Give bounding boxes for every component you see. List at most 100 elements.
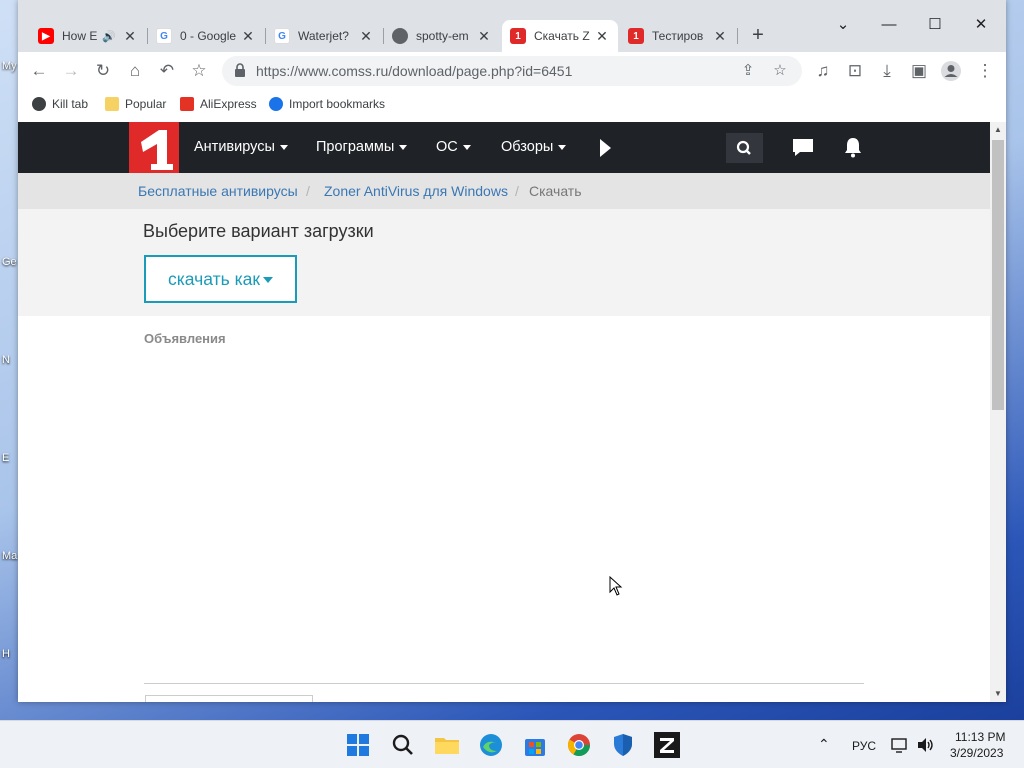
new-tab-button[interactable]: +	[746, 24, 770, 48]
tab-google[interactable]: G 0 - Google ✕	[148, 20, 264, 52]
search-icon	[736, 140, 751, 155]
network-icon[interactable]	[890, 735, 910, 755]
back-button[interactable]: ←	[26, 58, 52, 84]
close-tab-icon[interactable]: ✕	[594, 28, 610, 45]
comss-icon: 1	[628, 28, 644, 44]
side-panel-icon[interactable]: ▣	[906, 58, 932, 84]
profile-avatar-icon[interactable]	[938, 58, 964, 84]
tab-youtube[interactable]: ▶ How E 🔊 ✕	[30, 20, 146, 52]
home-button[interactable]: ⌂	[122, 58, 148, 84]
content-divider	[144, 683, 864, 684]
windows-taskbar: ⌃ РУС 11:13 PM 3/29/2023	[0, 720, 1024, 768]
zoner-icon[interactable]	[653, 731, 681, 759]
tab-title: Тестиров	[652, 29, 704, 43]
speaker-icon[interactable]: 🔊	[102, 30, 116, 43]
nav-reviews[interactable]: Обзоры	[501, 122, 567, 173]
minimize-button[interactable]: —	[866, 10, 912, 40]
address-bar[interactable]: https://www.comss.ru/download/page.php?i…	[222, 56, 802, 86]
bookmark-star-icon[interactable]: ☆	[186, 58, 212, 84]
tab-divider	[737, 28, 738, 44]
crop-icon[interactable]: ⊡	[842, 58, 868, 84]
media-control-icon[interactable]: ♫	[810, 58, 836, 84]
tab-spotty[interactable]: spotty-em ✕	[384, 20, 500, 52]
file-explorer-icon[interactable]	[433, 731, 461, 759]
url-text[interactable]: https://www.comss.ru/download/page.php?i…	[256, 56, 572, 86]
bookmark-kill-tab[interactable]: Kill tab	[32, 95, 88, 113]
comss-logo[interactable]	[129, 122, 179, 173]
share-icon[interactable]: ⇪	[738, 61, 758, 81]
tab-comss-download[interactable]: 1 Скачать Z ✕	[502, 20, 618, 52]
download-heading: Выберите вариант загрузки	[143, 221, 374, 241]
bookmark-import[interactable]: Import bookmarks	[269, 95, 385, 113]
desktop-icon-label[interactable]: Ge	[2, 256, 17, 268]
bookmark-page-icon[interactable]: ☆	[770, 61, 790, 81]
desktop-icon-label[interactable]: N	[2, 354, 10, 366]
tab-title: spotty-em	[416, 29, 469, 43]
bell-icon[interactable]	[841, 136, 865, 160]
nav-programs[interactable]: Программы	[316, 122, 408, 173]
nav-os[interactable]: ОС	[436, 122, 471, 173]
close-tab-icon[interactable]: ✕	[122, 28, 138, 45]
close-window-button[interactable]: ✕	[958, 10, 1004, 40]
desktop-icon-label[interactable]: Ma	[2, 550, 17, 562]
tab-title: Скачать Z	[534, 29, 590, 43]
comments-icon[interactable]	[791, 136, 815, 160]
mouse-cursor-icon	[609, 576, 623, 596]
tab-waterjet[interactable]: G Waterjet? ✕	[266, 20, 382, 52]
desktop-icon-label[interactable]: H	[2, 648, 10, 660]
tab-search-button[interactable]: ⌄	[820, 10, 866, 40]
breadcrumb-link[interactable]: Бесплатные антивирусы	[138, 173, 298, 209]
chrome-icon[interactable]	[565, 731, 593, 759]
caret-down-icon	[558, 144, 567, 150]
breadcrumb-separator: /	[306, 183, 310, 199]
maximize-button[interactable]: ☐	[912, 10, 958, 40]
bookmark-label: Popular	[125, 97, 167, 111]
caret-down-icon	[279, 144, 288, 150]
clock-date[interactable]: 3/29/2023	[950, 746, 1003, 760]
scroll-down-icon[interactable]: ▼	[990, 686, 1006, 702]
page-scrollbar[interactable]: ▲ ▼	[990, 122, 1006, 702]
reload-button[interactable]: ↻	[90, 58, 116, 84]
browser-toolbar: ← → ↻ ⌂ ↶ ☆ https://www.comss.ru/downloa…	[18, 52, 1006, 90]
close-tab-icon[interactable]: ✕	[712, 28, 728, 45]
download-button-label: скачать как	[167, 269, 261, 289]
breadcrumb-link[interactable]: Zoner AntiVirus для Windows	[324, 173, 508, 209]
clock-time[interactable]: 11:13 PM	[955, 730, 1005, 744]
caret-down-icon	[399, 144, 408, 150]
close-tab-icon[interactable]: ✕	[358, 28, 374, 45]
caret-down-icon	[263, 277, 274, 284]
scroll-thumb[interactable]	[992, 140, 1004, 410]
tab-comss-test[interactable]: 1 Тестиров ✕	[620, 20, 736, 52]
bookmarks-bar: Kill tab Popular AliExpress Import bookm…	[18, 90, 1006, 118]
chevron-up-icon[interactable]: ⌃	[818, 736, 830, 753]
tab-title: 0 - Google	[180, 29, 237, 43]
download-as-dropdown-button[interactable]: скачать как	[144, 255, 297, 303]
lock-icon	[235, 63, 245, 77]
forward-button[interactable]: →	[58, 58, 84, 84]
desktop-icon-label[interactable]: E	[2, 452, 9, 464]
bookmark-aliexpress[interactable]: AliExpress	[180, 95, 257, 113]
nav-label: Обзоры	[501, 139, 554, 155]
undo-icon[interactable]: ↶	[154, 58, 180, 84]
store-icon[interactable]	[521, 731, 549, 759]
desktop-icon-label[interactable]: My	[2, 60, 17, 72]
kill-tab-icon	[32, 97, 46, 111]
scroll-up-icon[interactable]: ▲	[990, 122, 1006, 138]
defender-icon[interactable]	[609, 731, 637, 759]
language-indicator[interactable]: РУС	[852, 739, 876, 753]
play-icon[interactable]	[600, 139, 611, 157]
tab-strip: ▶ How E 🔊 ✕ G 0 - Google ✕ G Waterjet? ✕…	[18, 0, 1006, 52]
close-tab-icon[interactable]: ✕	[476, 28, 492, 45]
bookmark-folder-popular[interactable]: Popular	[105, 95, 166, 113]
menu-kebab-icon[interactable]: ⋮	[972, 58, 998, 84]
start-icon[interactable]	[344, 731, 372, 759]
volume-icon[interactable]	[915, 735, 935, 755]
download-icon[interactable]: ⤓	[874, 58, 900, 84]
site-search-button[interactable]	[726, 133, 763, 163]
nav-antivirus[interactable]: Антивирусы	[194, 122, 288, 173]
search-icon[interactable]	[389, 731, 417, 759]
edge-icon[interactable]	[477, 731, 505, 759]
bookmark-label: Kill tab	[52, 97, 89, 111]
site-navbar: Антивирусы Программы ОС Обзоры	[18, 122, 990, 173]
close-tab-icon[interactable]: ✕	[240, 28, 256, 45]
